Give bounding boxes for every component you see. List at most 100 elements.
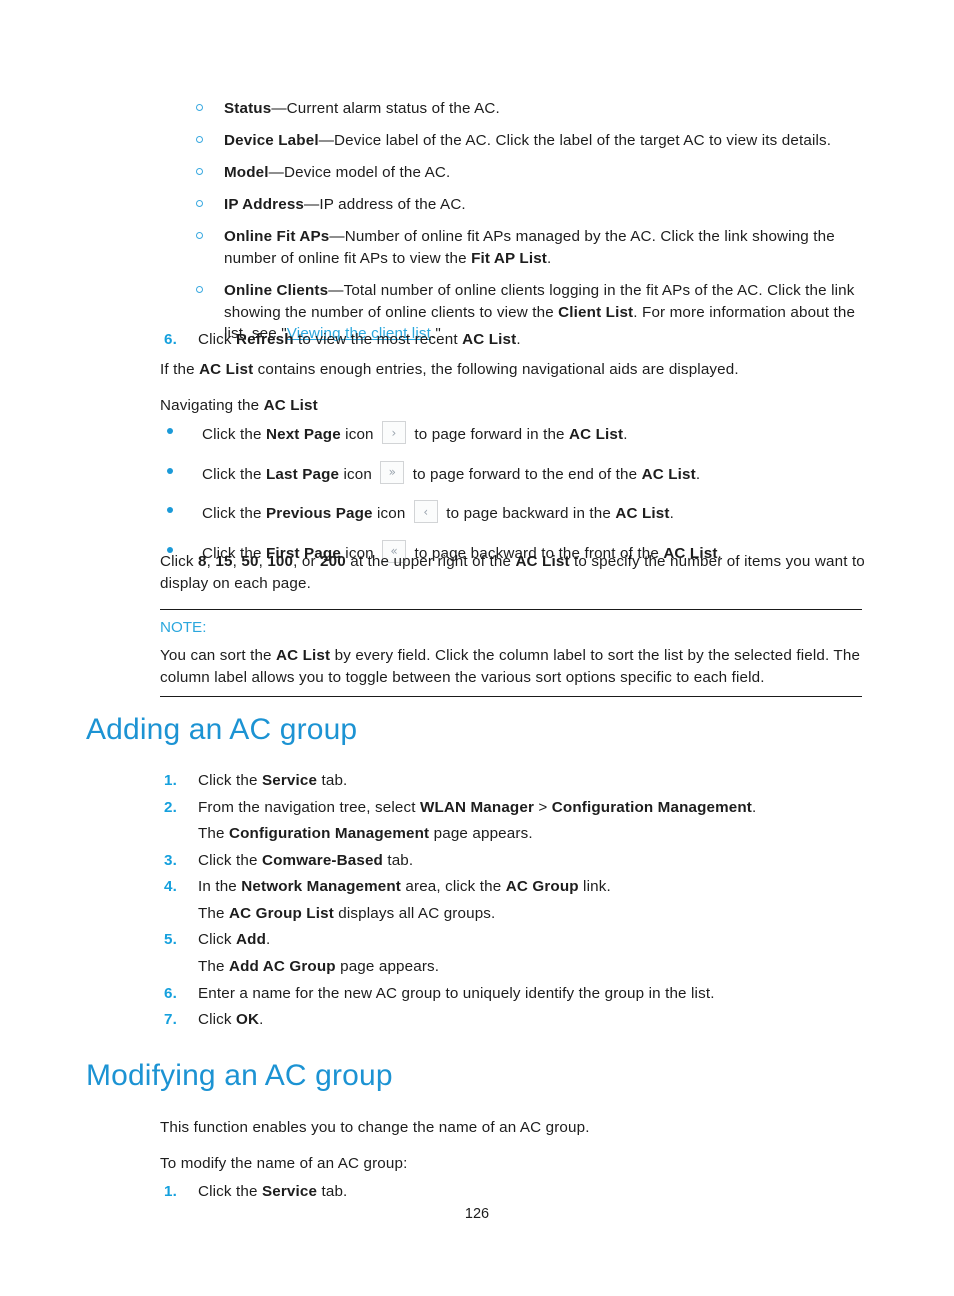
step-text-a: Click: [198, 331, 237, 348]
adding-steps-list: 1. Click the Service tab. 2. From the na…: [160, 770, 868, 1036]
step-text-c: link.: [578, 878, 611, 896]
step-text-a: Click the: [198, 772, 262, 789]
step-text-b: tab.: [317, 772, 348, 789]
step-text-a: Click the: [198, 851, 262, 869]
result-text-a: The: [198, 958, 229, 976]
step-result: The Add AC Group page appears.: [160, 956, 868, 978]
step-text-a: Click: [198, 931, 237, 949]
circle-bullet-icon: [196, 232, 203, 240]
field-term: IP Address: [224, 196, 305, 214]
ac-list-ref: AC List: [569, 426, 624, 443]
field-description-list: Status—Current alarm status of the AC. D…: [196, 98, 868, 355]
note-rule-top: [160, 609, 862, 610]
step-row: 6. Click Refresh to view the most recent…: [160, 329, 868, 351]
list-item: Status—Current alarm status of the AC.: [196, 98, 868, 120]
ac-group-list-ref: AC Group List: [229, 904, 334, 922]
result-text-b: page appears.: [335, 958, 440, 976]
intro-text-b: contains enough entries, the following n…: [253, 361, 739, 378]
field-desc-tail: .: [547, 249, 552, 267]
list-item: IP Address—IP address of the AC.: [196, 194, 868, 216]
document-page: Status—Current alarm status of the AC. D…: [0, 0, 954, 1296]
modifying-body-block: This function enables you to change the …: [160, 1117, 868, 1208]
last-page-icon[interactable]: »: [380, 460, 405, 484]
previous-page-label: Previous Page: [265, 505, 373, 523]
field-desc: —IP address of the AC.: [304, 196, 466, 214]
bullet-text-a: Click the: [202, 465, 266, 483]
ac-group-link-label: AC Group: [505, 878, 579, 896]
step-number: 1.: [164, 1183, 177, 1201]
bullet-text-c: to page forward to the end of the: [408, 465, 642, 483]
fit-ap-list-ref: Fit AP List: [471, 249, 548, 267]
step-text-b: tab.: [382, 851, 414, 869]
list-item: Model—Device model of the AC.: [196, 162, 868, 184]
intro-text-a: If the: [160, 361, 200, 378]
note-rule-bottom: [160, 696, 862, 698]
list-item: Device Label—Device label of the AC. Cli…: [196, 130, 868, 152]
bullet-text-b: icon: [340, 426, 379, 443]
page-title-modifying: Modifying an AC group: [86, 1059, 393, 1092]
intro-paragraph: If the AC List contains enough entries, …: [160, 359, 868, 381]
field-desc: —Device model of the AC.: [268, 164, 451, 182]
previous-page-icon[interactable]: ‹: [413, 500, 438, 524]
list-item: Click the Next Page icon › to page forwa…: [160, 421, 868, 446]
circle-bullet-icon: [196, 104, 203, 111]
step-number: 6.: [164, 984, 177, 1002]
bullet-text-c: to page backward in the: [441, 505, 616, 523]
step-text-b: .: [266, 931, 271, 949]
navigation-intro-block: If the AC List contains enough entries, …: [160, 359, 868, 416]
list-item: Click the Previous Page icon ‹ to page b…: [160, 500, 868, 525]
bullet-text-b: icon: [339, 465, 377, 483]
step-text-c: .: [752, 798, 757, 816]
step-number: 3.: [164, 851, 177, 869]
step-text-a: Enter a name for the new AC group to uni…: [198, 984, 715, 1002]
ac-list-ref: AC List: [641, 465, 696, 483]
step-row: 5. Click Add.: [160, 929, 868, 951]
circle-bullet-icon: [196, 285, 203, 293]
sep: ,: [258, 553, 268, 570]
result-text-a: The: [198, 904, 229, 922]
round-bullet-icon: [167, 467, 173, 474]
field-term: Device Label: [224, 132, 319, 150]
add-ac-group-page-ref: Add AC Group: [229, 958, 336, 976]
next-page-icon[interactable]: ›: [382, 421, 407, 444]
list-item: Online Fit APs—Number of online fit APs …: [196, 226, 868, 269]
navigating-text: Navigating the: [160, 396, 264, 414]
field-desc: —Device label of the AC. Click the label…: [318, 132, 832, 150]
step-number: 6.: [164, 331, 177, 348]
step-result: The Configuration Management page appear…: [160, 823, 868, 845]
client-list-ref: Client List: [558, 303, 634, 321]
note-label: NOTE:: [160, 619, 207, 636]
field-term: Model: [224, 164, 269, 182]
wlan-manager-label: WLAN Manager: [419, 798, 535, 816]
step-text-b: tab.: [317, 1183, 348, 1201]
ac-list-ref: AC List: [462, 331, 517, 348]
ac-list-ref: AC List: [263, 396, 318, 414]
chevron-left-glyph: ‹: [423, 504, 429, 519]
list-item: Click the Last Page icon » to page forwa…: [160, 460, 868, 486]
step-number: 4.: [164, 878, 177, 896]
ac-list-ref: AC List: [615, 505, 670, 523]
step-number: 2.: [164, 798, 177, 816]
modifying-paragraph-1: This function enables you to change the …: [160, 1119, 590, 1136]
result-text-b: page appears.: [429, 825, 533, 843]
step-text-a: From the navigation tree, select: [198, 798, 420, 816]
refresh-step-block: 6. Click Refresh to view the most recent…: [160, 329, 868, 356]
step-row: 1. Click the Service tab.: [160, 770, 868, 792]
configuration-management-label: Configuration Management: [551, 798, 753, 816]
step-row: 7. Click OK.: [160, 1009, 868, 1031]
circle-bullet-icon: [196, 136, 203, 144]
step-sep: >: [534, 798, 552, 816]
step-number: 5.: [164, 931, 177, 949]
ac-list-ref: AC List: [199, 361, 254, 378]
round-bullet-icon: [167, 507, 173, 514]
page-size-15: 15: [215, 553, 233, 570]
psize-text-a: Click: [160, 553, 199, 570]
note-text-a: You can sort the: [160, 647, 277, 664]
ok-button-label: OK: [236, 1011, 260, 1029]
page-number: 126: [464, 1206, 490, 1222]
add-button-label: Add: [236, 931, 267, 949]
service-tab-label: Service: [261, 772, 318, 789]
step-number: 7.: [164, 1011, 177, 1029]
step-text-a: Click: [198, 1011, 237, 1029]
network-management-label: Network Management: [241, 878, 402, 896]
